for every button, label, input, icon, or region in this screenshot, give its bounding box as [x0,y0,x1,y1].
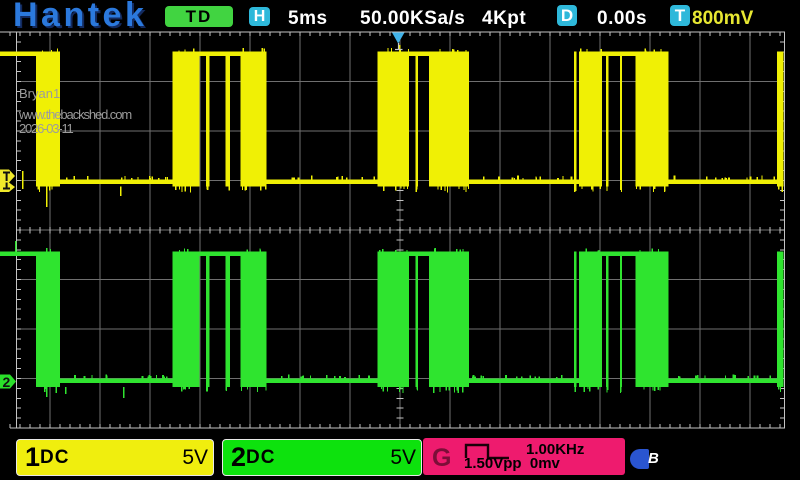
svg-text:2: 2 [3,374,11,390]
